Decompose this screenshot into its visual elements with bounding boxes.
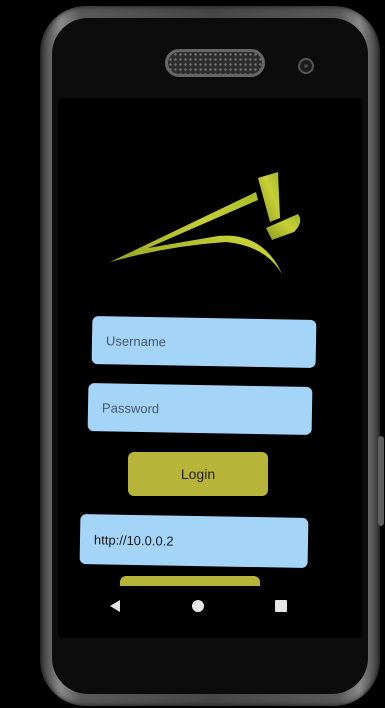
back-icon[interactable] xyxy=(102,593,128,619)
username-input[interactable] xyxy=(91,316,317,368)
phone-device: Login http://10.0.0.2 xyxy=(40,6,384,706)
app-logo xyxy=(110,172,301,278)
front-camera xyxy=(298,58,314,74)
app-screen: Login http://10.0.0.2 xyxy=(58,98,362,638)
recents-icon[interactable] xyxy=(268,593,294,619)
side-button xyxy=(378,436,384,526)
earpiece-speaker xyxy=(165,49,265,77)
login-button[interactable]: Login xyxy=(128,452,268,496)
partial-button[interactable] xyxy=(120,576,260,586)
password-input[interactable] xyxy=(87,383,313,435)
android-nav-bar xyxy=(88,592,308,620)
server-url-field[interactable]: http://10.0.0.2 xyxy=(79,514,309,568)
home-icon[interactable] xyxy=(185,593,211,619)
